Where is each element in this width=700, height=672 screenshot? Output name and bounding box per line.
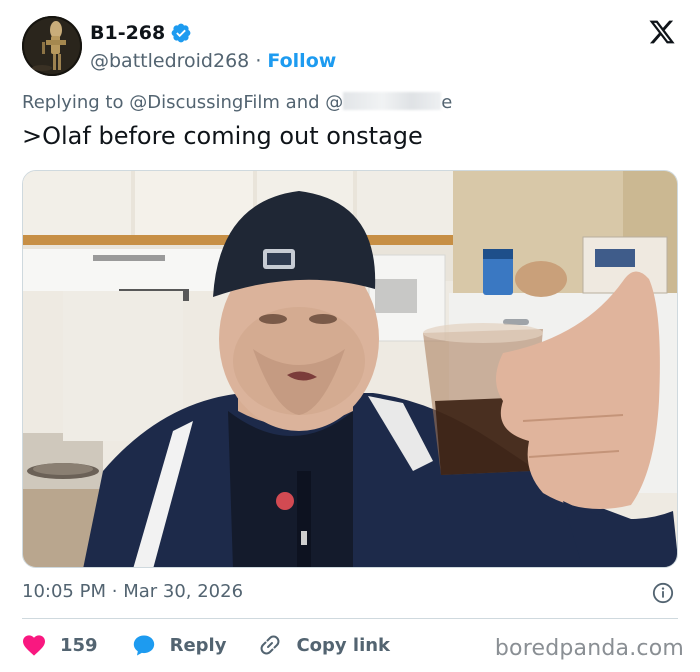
replying-conjunction: and [285, 92, 320, 113]
avatar[interactable] [22, 16, 82, 76]
watermark: boredpanda.com [494, 636, 684, 661]
tweet-timestamp[interactable]: 10:05 PM · Mar 30, 2026 [22, 581, 243, 602]
reply-button[interactable]: Reply [132, 633, 227, 657]
redaction-blur [343, 92, 442, 110]
timestamp-separator: · [111, 581, 118, 602]
media-photo [23, 171, 677, 567]
copy-link-label: Copy link [296, 634, 391, 656]
tweet-header: B1-268 @battledroid268 · Follow [22, 16, 682, 78]
reply-context: Replying to @DiscussingFilm and @ e [22, 92, 452, 113]
replying-prefix: Replying to [22, 92, 124, 113]
tweet-date: Mar 30, 2026 [123, 581, 244, 602]
verified-badge-icon [171, 23, 191, 43]
divider [22, 618, 678, 619]
like-button[interactable]: 159 [22, 634, 98, 656]
tweet-text: >Olaf before coming out onstage [22, 122, 423, 150]
avatar-image [22, 16, 82, 76]
heart-icon [23, 635, 45, 656]
handle-separator: · [255, 50, 262, 72]
reply-label: Reply [169, 634, 227, 656]
tweet-media[interactable] [22, 170, 678, 568]
tweet-actions: 159 Reply Copy link [22, 630, 390, 660]
tweet-time: 10:05 PM [22, 581, 106, 602]
like-count: 159 [60, 634, 98, 656]
handle[interactable]: @battledroid268 [90, 50, 249, 72]
reply-bubble-icon [133, 635, 154, 656]
mention-discussingfilm[interactable]: @DiscussingFilm [129, 92, 280, 113]
x-logo-icon[interactable] [648, 18, 676, 46]
mention-redacted[interactable]: @ e [325, 92, 452, 113]
display-name[interactable]: B1-268 [90, 22, 165, 44]
follow-button[interactable]: Follow [267, 50, 336, 72]
link-icon [261, 635, 280, 655]
info-icon[interactable] [652, 582, 674, 604]
copy-link-button[interactable]: Copy link [258, 633, 390, 657]
mention-redacted-end: e [441, 92, 453, 113]
mention-redacted-start: @ [325, 92, 344, 113]
